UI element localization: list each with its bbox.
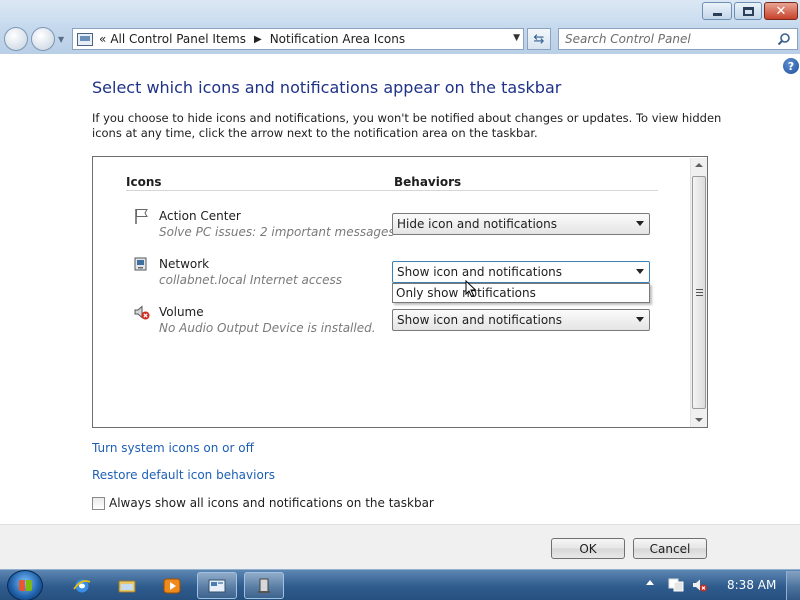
chevron-down-icon: [636, 221, 644, 226]
chevron-down-icon: [636, 317, 644, 322]
tray-speaker-muted-icon[interactable]: [692, 578, 708, 592]
help-icon[interactable]: ?: [783, 58, 799, 74]
column-header-icons: Icons: [126, 175, 162, 189]
server-manager-icon: [258, 578, 270, 593]
behavior-dropdown-list: Only show notifications: [392, 283, 650, 303]
grip-icon: [696, 289, 703, 296]
media-player-icon: [163, 578, 181, 593]
network-icon: [134, 257, 147, 271]
taskbar-media-player[interactable]: [152, 572, 192, 599]
dropdown-option-only-show-notifications[interactable]: Only show notifications: [393, 284, 649, 302]
row-name-volume: Volume: [159, 305, 204, 319]
speaker-muted-icon: [134, 305, 150, 320]
cancel-button[interactable]: Cancel: [633, 538, 707, 559]
breadcrumb-all-control-panel-items[interactable]: All Control Panel Items: [106, 32, 250, 46]
row-name-action-center: Action Center: [159, 209, 241, 223]
taskbar-windows-explorer[interactable]: [107, 572, 147, 599]
restore-default-behaviors-link[interactable]: Restore default icon behaviors: [92, 468, 275, 482]
minimize-icon: [712, 12, 722, 16]
tray-network-icon[interactable]: [668, 578, 684, 592]
control-panel-icon: [77, 32, 93, 46]
back-button[interactable]: [4, 27, 28, 51]
breadcrumb-overflow[interactable]: «: [99, 32, 106, 46]
start-button[interactable]: [7, 570, 43, 600]
mouse-pointer-icon: [465, 280, 477, 298]
forward-button[interactable]: [31, 27, 55, 51]
always-show-label[interactable]: Always show all icons and notifications …: [109, 496, 434, 510]
show-hidden-icons-arrow[interactable]: [646, 580, 654, 585]
flag-icon: [135, 209, 148, 224]
taskbar-clock[interactable]: 8:38 AM: [727, 578, 776, 592]
window-titlebar: ✕: [0, 0, 800, 24]
dialog-footer: OK Cancel: [0, 524, 800, 569]
refresh-button[interactable]: ⇆: [527, 28, 551, 50]
taskbar: 8:38 AM: [0, 569, 800, 600]
turn-system-icons-link[interactable]: Turn system icons on or off: [92, 441, 254, 455]
close-icon: ✕: [775, 3, 787, 19]
page-title: Select which icons and notifications app…: [92, 78, 562, 97]
scroll-up-icon[interactable]: [695, 163, 703, 167]
row-desc-network: collabnet.local Internet access: [159, 273, 342, 287]
header-divider: [126, 190, 658, 191]
row-desc-volume: No Audio Output Device is installed.: [159, 321, 376, 335]
breadcrumb-notification-area-icons[interactable]: Notification Area Icons: [266, 32, 409, 46]
scrollbar-thumb[interactable]: [692, 176, 706, 409]
intro-text: If you choose to hide icons and notifica…: [92, 111, 722, 140]
show-desktop-button[interactable]: [786, 571, 800, 600]
windows-explorer-icon: [118, 580, 136, 592]
row-name-network: Network: [159, 257, 210, 271]
row-desc-action-center: Solve PC issues: 2 important messages: [159, 225, 395, 239]
taskbar-internet-explorer[interactable]: [62, 572, 102, 599]
taskbar-server-manager[interactable]: [244, 572, 284, 599]
chevron-down-icon: [636, 269, 644, 274]
breadcrumb-chevron-icon[interactable]: ▶: [250, 34, 266, 45]
recent-pages-dropdown[interactable]: ▼: [58, 35, 64, 44]
vertical-scrollbar[interactable]: [690, 158, 707, 427]
behavior-value: Show icon and notifications: [397, 265, 563, 279]
close-button[interactable]: ✕: [764, 2, 798, 20]
behavior-value: Hide icon and notifications: [397, 217, 557, 231]
refresh-icon: ⇆: [533, 31, 545, 47]
address-dropdown-icon[interactable]: ▼: [513, 33, 520, 43]
ok-button[interactable]: OK: [551, 538, 625, 559]
behavior-select-action-center[interactable]: Hide icon and notifications: [392, 213, 650, 235]
always-show-row[interactable]: Always show all icons and notifications …: [92, 496, 434, 510]
column-header-behaviors: Behaviors: [394, 175, 462, 189]
search-icon[interactable]: [777, 32, 791, 46]
address-bar[interactable]: « All Control Panel Items ▶ Notification…: [72, 28, 524, 50]
content-area: ? Select which icons and notifications a…: [0, 54, 800, 569]
search-input[interactable]: [565, 29, 765, 49]
maximize-icon: [742, 6, 754, 16]
behavior-select-volume[interactable]: Show icon and notifications: [392, 309, 650, 331]
search-box[interactable]: [558, 28, 798, 50]
always-show-checkbox[interactable]: [92, 496, 105, 510]
taskbar-control-panel[interactable]: [197, 572, 237, 599]
icons-list-panel: Icons Behaviors Action Center Solve PC i…: [92, 156, 708, 428]
internet-explorer-icon: [73, 579, 91, 592]
behavior-value: Show icon and notifications: [397, 313, 563, 327]
behavior-select-network[interactable]: Show icon and notifications: [392, 261, 650, 283]
scroll-down-icon[interactable]: [695, 418, 703, 422]
maximize-button[interactable]: [734, 2, 762, 20]
navigation-bar: ▼ « All Control Panel Items ▶ Notificati…: [0, 24, 800, 54]
minimize-button[interactable]: [702, 2, 732, 20]
control-panel-icon: [208, 579, 226, 592]
